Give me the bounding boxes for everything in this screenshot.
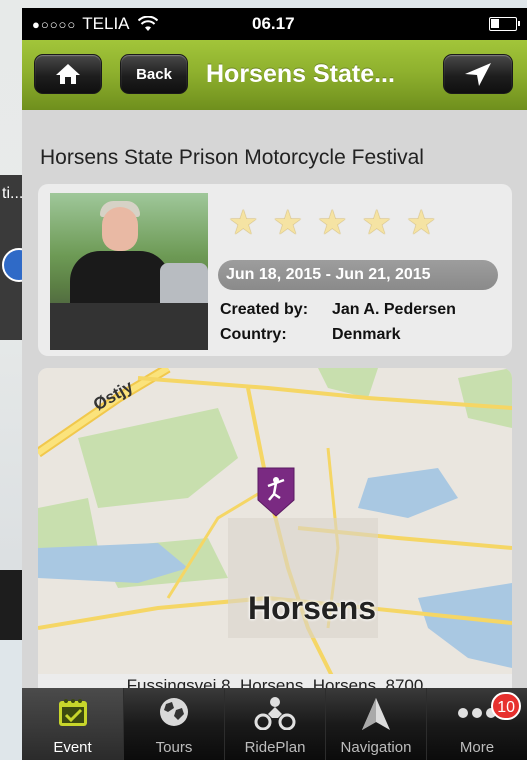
tab-event[interactable]: Event [22,688,123,760]
tab-navigation[interactable]: Navigation [325,688,426,760]
status-bar: ●○○○○ TELIA 06.17 [22,8,527,40]
page-title: Horsens State... [206,60,395,88]
country-label: Country: [220,326,287,343]
tab-event-label: Event [53,739,92,756]
map-tiles[interactable] [38,368,512,698]
back-button[interactable]: Back [120,54,188,94]
star-icon[interactable]: ★ [406,206,436,240]
star-icon[interactable]: ★ [317,206,347,240]
status-time: 06.17 [252,14,295,33]
organizer-photo [50,193,208,350]
country-row: Country: Denmark [220,326,400,344]
event-name: Horsens State Prison Motorcycle Festival [40,146,424,169]
photo-bike [50,303,208,350]
event-date-range: Jun 18, 2015 - Jun 21, 2015 [218,260,498,290]
carrier-name: TELIA [82,14,130,33]
star-icon[interactable]: ★ [272,206,302,240]
tab-tours[interactable]: Tours [123,688,224,760]
tab-rideplan-label: RidePlan [244,739,306,756]
star-icon[interactable]: ★ [361,206,391,240]
home-button[interactable] [34,54,102,94]
photo-head [102,207,138,251]
locate-button[interactable] [443,54,513,94]
event-map[interactable]: Østjy Horsens Fussingsvej 8, Horsens, Ho… [38,368,512,698]
rating-stars[interactable]: ★ ★ ★ ★ ★ [228,206,436,240]
carrier-info: ●○○○○ TELIA [32,14,158,34]
battery-icon [489,17,520,31]
tab-navigation-label: Navigation [340,739,412,756]
motorcycle-icon [254,697,296,730]
event-info-card: ★ ★ ★ ★ ★ Jun 18, 2015 - Jun 21, 2015 Cr… [38,184,512,356]
tab-bar: Event Tours RidePlan Navigation 10 More [22,688,527,760]
tab-more[interactable]: 10 More [426,688,527,760]
phone-screen: ●○○○○ TELIA 06.17 Back Horsens State... … [22,8,527,760]
globe-icon [160,698,188,726]
created-by-row: Created by: Jan A. Pedersen [220,301,456,319]
tab-more-label: More [459,739,495,756]
event-location-pin-icon[interactable] [256,466,296,518]
background-label-ti: ti... [2,185,24,202]
created-by-label: Created by: [220,301,309,318]
wifi-icon [137,16,158,31]
more-badge: 10 [491,692,521,720]
tab-rideplan[interactable]: RidePlan [224,688,325,760]
star-icon[interactable]: ★ [228,206,258,240]
navigation-arrow-icon [362,698,390,730]
country-value: Denmark [332,326,401,343]
event-content: Horsens State Prison Motorcycle Festival… [22,110,527,698]
home-icon [56,64,80,84]
tab-tours-label: Tours [155,739,193,756]
calendar-check-icon [58,699,87,726]
map-city-label: Horsens [248,590,377,626]
signal-strength-icon: ●○○○○ [32,16,77,32]
location-arrow-icon [465,63,491,86]
nav-bar: Back Horsens State... [22,40,527,110]
created-by-value: Jan A. Pedersen [332,301,456,318]
